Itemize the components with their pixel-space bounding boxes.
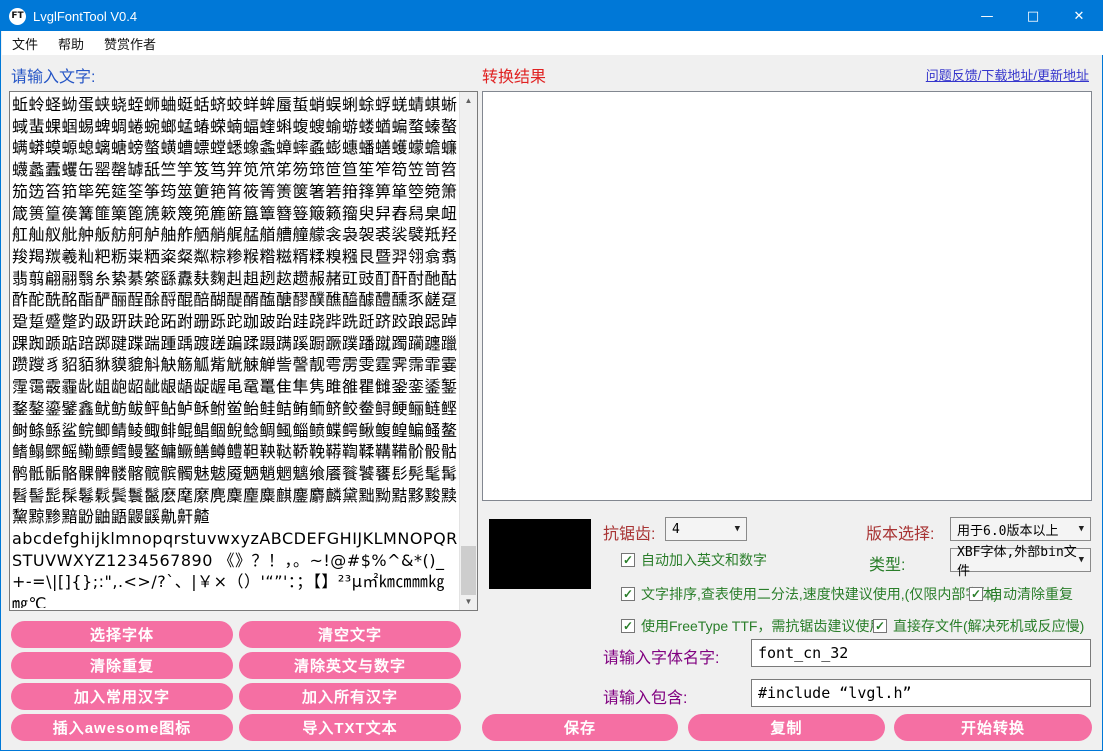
menu-item-help[interactable]: 帮助	[48, 34, 94, 53]
antialias-label: 抗锯齿:	[603, 520, 655, 544]
add-common-hanzi-button[interactable]: 加入常用汉字	[11, 683, 233, 710]
start-convert-button[interactable]: 开始转换	[894, 714, 1092, 741]
checkbox-label: 自动清除重复	[989, 584, 1073, 604]
version-label: 版本选择:	[866, 520, 934, 544]
font-name-label: 请输入字体名字:	[603, 644, 719, 668]
feedback-download-link[interactable]: 问题反馈/下载地址/更新地址	[926, 65, 1089, 84]
checkbox-check-icon[interactable]: ✓	[621, 619, 635, 633]
title-bar: FT LvglFontTool V0.4 — □ ✕	[1, 1, 1102, 31]
scroll-up-icon[interactable]: ▲	[460, 92, 477, 109]
remove-english-digits-button[interactable]: 清除英文与数字	[239, 652, 461, 679]
checkbox-check-icon[interactable]: ✓	[969, 587, 983, 601]
font-name-input[interactable]: font_cn_32	[751, 639, 1091, 667]
window-title: LvglFontTool V0.4	[33, 9, 137, 24]
copy-button[interactable]: 复制	[688, 714, 885, 741]
direct-save-checkbox[interactable]: ✓ 直接存文件(解决死机或反应慢)	[873, 616, 1084, 636]
clear-text-button[interactable]: 清空文字	[239, 621, 461, 648]
type-label: 类型:	[869, 551, 905, 575]
checkbox-check-icon[interactable]: ✓	[621, 587, 635, 601]
checkbox-label: 直接存文件(解决死机或反应慢)	[893, 616, 1084, 636]
checkbox-label: 自动加入英文和数字	[641, 550, 767, 570]
chevron-down-icon: ▼	[1079, 555, 1084, 565]
menu-item-donate[interactable]: 赞赏作者	[94, 34, 166, 53]
window-controls: — □ ✕	[964, 1, 1102, 31]
auto-dedupe-checkbox[interactable]: ✓ 自动清除重复	[969, 584, 1073, 604]
auto-add-english-checkbox[interactable]: ✓ 自动加入英文和数字	[621, 550, 767, 570]
import-txt-button[interactable]: 导入TXT文本	[239, 714, 461, 741]
menu-bar: 文件 帮助 赞赏作者	[2, 31, 1103, 55]
minimize-icon[interactable]: —	[964, 1, 1010, 31]
font-preview-box	[489, 519, 591, 589]
save-button[interactable]: 保存	[482, 714, 678, 741]
vertical-scrollbar[interactable]: ▲ ▼	[459, 92, 477, 610]
type-dropdown[interactable]: XBF字体,外部bin文件 ▼	[950, 548, 1091, 572]
checkbox-check-icon[interactable]: ✓	[873, 619, 887, 633]
antialias-value: 4	[672, 522, 680, 537]
app-icon: FT	[9, 8, 26, 25]
result-output-panel	[482, 91, 1092, 501]
close-icon[interactable]: ✕	[1056, 1, 1102, 31]
scroll-down-icon[interactable]: ▼	[460, 593, 477, 610]
text-sort-checkbox[interactable]: ✓ 文字排序,查表使用二分法,速度快建议使用,(仅限内部字体)	[621, 584, 998, 604]
result-label: 转换结果	[482, 63, 546, 87]
menu-item-file[interactable]: 文件	[2, 34, 48, 53]
version-value: 用于6.0版本以上	[957, 520, 1058, 539]
add-all-hanzi-button[interactable]: 加入所有汉字	[239, 683, 461, 710]
input-text-content[interactable]: 蚯蛉蛏蚴蛋蛱蛲蛭蛳蛐蜓蛞蛴蛟蛘蛑蜃蜇蛸蜈蜊蜍蜉蜣蜻蜞蜥蜮蜚蜾蝈蜴蜱蜩蜷蜿螂蜢蝽蝾…	[12, 94, 458, 608]
type-value: XBF字体,外部bin文件	[957, 541, 1079, 579]
scrollbar-thumb[interactable]	[461, 546, 476, 595]
chevron-down-icon: ▼	[735, 524, 740, 534]
maximize-icon[interactable]: □	[1010, 1, 1056, 31]
checkbox-label: 文字排序,查表使用二分法,速度快建议使用,(仅限内部字体)	[641, 584, 998, 604]
remove-duplicates-button[interactable]: 清除重复	[11, 652, 233, 679]
insert-awesome-icon-button[interactable]: 插入awesome图标	[11, 714, 233, 741]
checkbox-check-icon[interactable]: ✓	[621, 553, 635, 567]
checkbox-label: 使用FreeType TTF，需抗锯齿建议使用	[641, 616, 883, 636]
input-text-label: 请输入文字:	[11, 63, 95, 87]
freetype-checkbox[interactable]: ✓ 使用FreeType TTF，需抗锯齿建议使用	[621, 616, 883, 636]
include-label: 请输入包含:	[603, 684, 687, 708]
select-font-button[interactable]: 选择字体	[11, 621, 233, 648]
antialias-dropdown[interactable]: 4 ▼	[665, 517, 747, 541]
input-textarea[interactable]: 蚯蛉蛏蚴蛋蛱蛲蛭蛳蛐蜓蛞蛴蛟蛘蛑蜃蜇蛸蜈蜊蜍蜉蜣蜻蜞蜥蜮蜚蜾蝈蜴蜱蜩蜷蜿螂蜢蝽蝾…	[9, 91, 478, 611]
chevron-down-icon: ▼	[1079, 524, 1084, 534]
app-window: FT LvglFontTool V0.4 — □ ✕ 文件 帮助 赞赏作者 请输…	[0, 0, 1103, 751]
version-dropdown[interactable]: 用于6.0版本以上 ▼	[950, 517, 1091, 541]
include-input[interactable]: #include “lvgl.h”	[751, 679, 1091, 707]
